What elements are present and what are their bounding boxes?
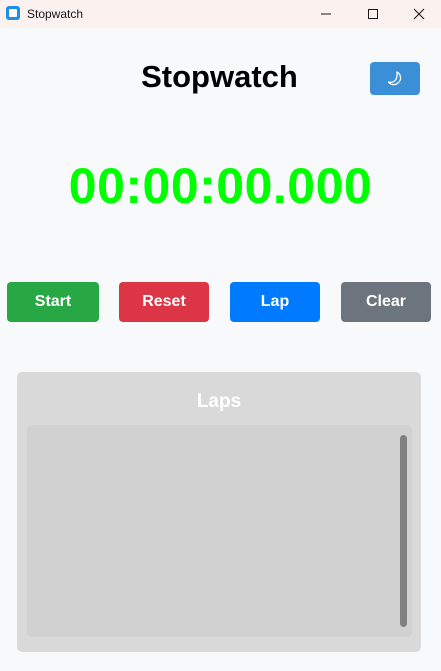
- clear-button[interactable]: Clear: [341, 282, 431, 322]
- close-button[interactable]: [396, 0, 441, 28]
- window-title: Stopwatch: [27, 7, 84, 21]
- maximize-button[interactable]: [350, 0, 396, 28]
- start-button[interactable]: Start: [7, 282, 99, 322]
- minimize-button[interactable]: [303, 0, 349, 28]
- lap-button[interactable]: Lap: [230, 282, 320, 322]
- time-display: 00:00:00.000: [68, 158, 373, 214]
- moon-icon: [387, 70, 402, 85]
- laps-scrollbar[interactable]: [400, 435, 407, 627]
- laps-panel: Laps: [17, 372, 421, 652]
- minimize-icon: [321, 13, 331, 15]
- maximize-icon: [368, 9, 378, 19]
- close-icon: [413, 8, 425, 20]
- reset-button[interactable]: Reset: [119, 282, 209, 322]
- window-titlebar: Stopwatch: [0, 0, 441, 28]
- laps-list[interactable]: [27, 425, 412, 637]
- app-icon: [6, 6, 20, 20]
- laps-title: Laps: [196, 391, 242, 412]
- theme-toggle-button[interactable]: [370, 62, 420, 95]
